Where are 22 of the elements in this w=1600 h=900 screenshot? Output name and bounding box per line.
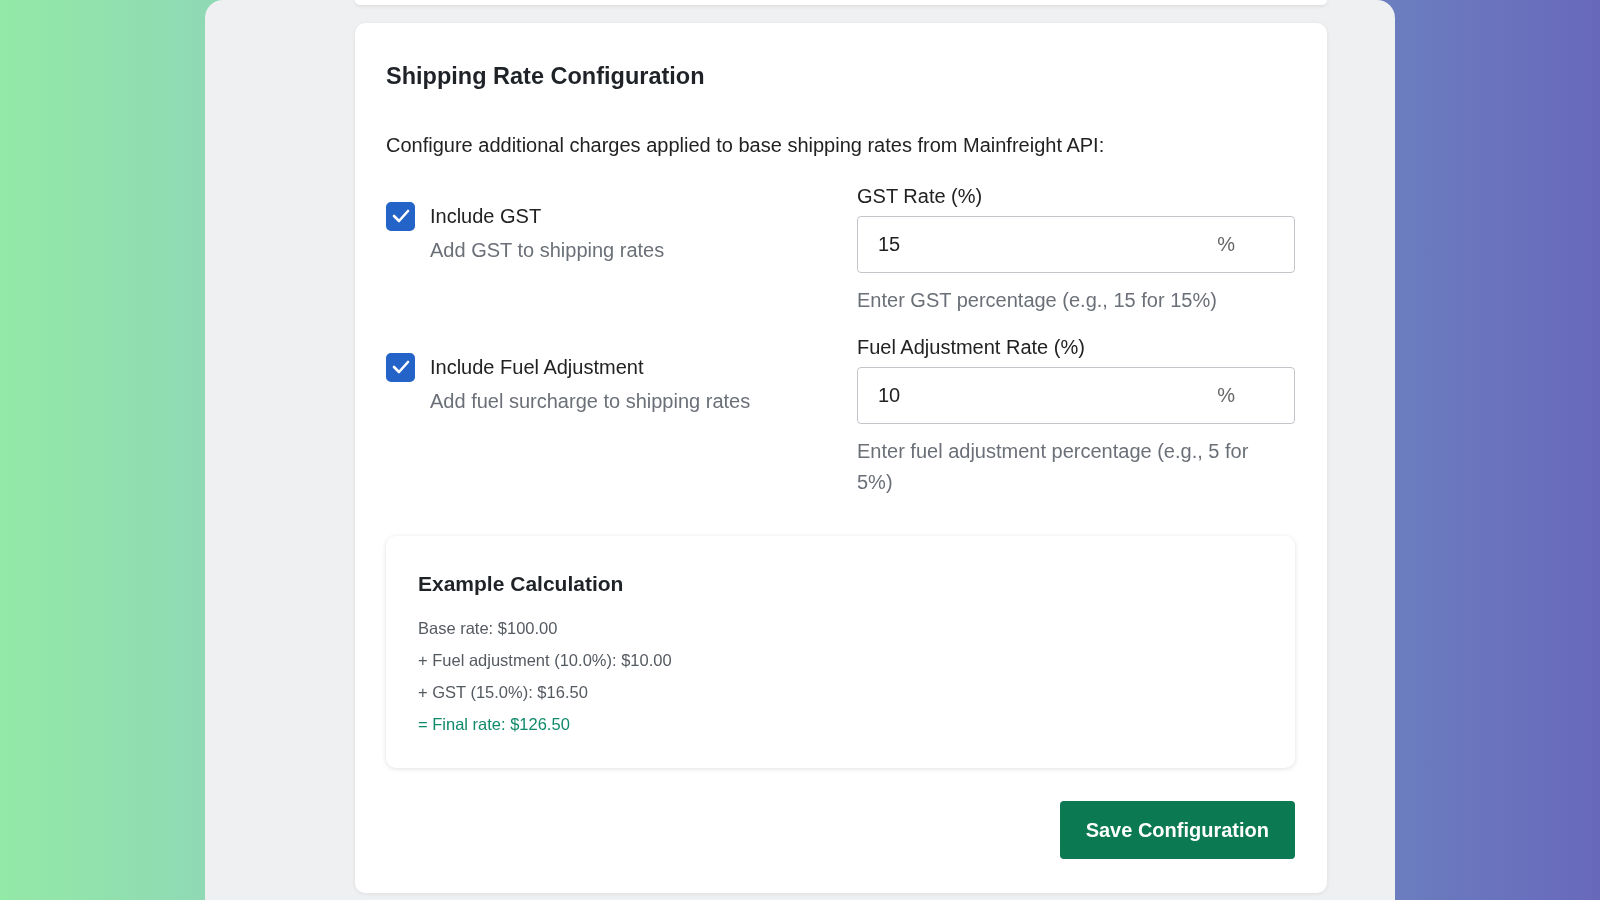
checkbox[interactable]: [386, 352, 415, 382]
check-icon: [391, 209, 410, 223]
save-button[interactable]: Save Configuration: [1059, 801, 1295, 859]
hint-text: Add GST to shipping rates: [430, 239, 666, 262]
field-label: Fuel Adjustment Rate (%): [857, 336, 1086, 359]
calculation-line: Base rate: $100.00: [418, 618, 559, 639]
calculation-line: + GST (15.0%): $16.50: [418, 682, 589, 703]
example-title: Example Calculation: [418, 572, 625, 596]
help-text: Enter GST percentage (e.g., 15 for 15%): [857, 288, 1218, 313]
calculation-line: + Fuel adjustment (10.0%): $10.00: [418, 650, 673, 671]
checkbox[interactable]: [386, 201, 415, 231]
field-label: GST Rate (%): [857, 185, 984, 208]
total-line: = Final rate: $126.50: [418, 714, 571, 735]
hint-text: Add fuel surcharge to shipping rates: [430, 390, 752, 413]
help-text: Enter fuel adjustment percentage (e.g., 5 for 5%): [857, 439, 1250, 495]
checkbox-label[interactable]: Include GST: [430, 204, 839, 228]
percent-suffix: %: [1217, 384, 1235, 407]
description-text: Configure additional charges applied to base shipping rates from Mainfreight API:: [386, 134, 1106, 157]
card-title: Shipping Rate Configuration: [386, 63, 706, 90]
check-icon: [391, 360, 410, 374]
percent-suffix: %: [1217, 233, 1235, 256]
checkbox-label[interactable]: Include Fuel Adjustment: [430, 355, 839, 379]
